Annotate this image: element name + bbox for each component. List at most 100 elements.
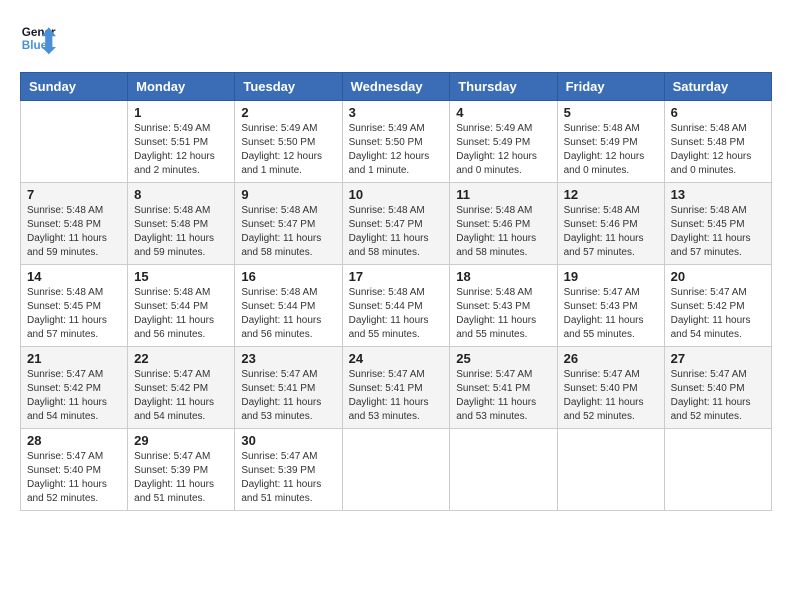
day-info: Sunrise: 5:47 AMSunset: 5:42 PMDaylight:… — [27, 368, 121, 424]
day-number: 4 — [456, 105, 550, 120]
calendar-cell: 21 Sunrise: 5:47 AMSunset: 5:42 PMDayligh… — [21, 347, 128, 429]
calendar-cell: 10Sunrise: 5:48 AMSunset: 5:47 PMDayligh… — [342, 183, 450, 265]
logo-icon: General Blue — [20, 20, 56, 56]
day-number: 14 — [27, 269, 121, 284]
weekday-header-wednesday: Wednesday — [342, 73, 450, 101]
calendar-cell — [450, 429, 557, 511]
day-number: 1 — [134, 105, 228, 120]
calendar-cell: 16Sunrise: 5:48 AMSunset: 5:44 PMDayligh… — [235, 265, 342, 347]
calendar-week-row: 21 Sunrise: 5:47 AMSunset: 5:42 PMDayligh… — [21, 347, 772, 429]
page-header: General Blue — [20, 20, 772, 56]
day-number: 16 — [241, 269, 335, 284]
calendar-week-row: 1 Sunrise: 5:49 AMSunset: 5:51 PMDaylight… — [21, 101, 772, 183]
svg-text:Blue: Blue — [22, 39, 48, 52]
day-info: Sunrise: 5:48 AMSunset: 5:44 PMDaylight:… — [349, 286, 444, 342]
weekday-header-tuesday: Tuesday — [235, 73, 342, 101]
day-number: 3 — [349, 105, 444, 120]
day-number: 9 — [241, 187, 335, 202]
calendar-cell: 25 Sunrise: 5:47 AMSunset: 5:41 PMDayligh… — [450, 347, 557, 429]
calendar-week-row: 7 Sunrise: 5:48 AMSunset: 5:48 PMDaylight… — [21, 183, 772, 265]
weekday-header-friday: Friday — [557, 73, 664, 101]
day-number: 7 — [27, 187, 121, 202]
day-number: 6 — [671, 105, 765, 120]
calendar-cell: 7Sunrise: 5:48 AMSunset: 5:48 PMDaylight… — [21, 183, 128, 265]
day-info: Sunrise: 5:48 AMSunset: 5:45 PMDaylight:… — [27, 286, 121, 342]
calendar-cell: 20 Sunrise: 5:47 AMSunset: 5:42 PMDayligh… — [664, 265, 771, 347]
calendar-cell: 13 Sunrise: 5:48 AMSunset: 5:45 PMDayligh… — [664, 183, 771, 265]
day-info: Sunrise: 5:49 AMSunset: 5:50 PMDaylight:… — [349, 122, 444, 178]
day-number: 29 — [134, 433, 228, 448]
day-info: Sunrise: 5:48 AMSunset: 5:46 PMDaylight:… — [564, 204, 658, 260]
day-number: 28 — [27, 433, 121, 448]
day-number: 18 — [456, 269, 550, 284]
weekday-header-row: SundayMondayTuesdayWednesdayThursdayFrid… — [21, 73, 772, 101]
day-info: Sunrise: 5:49 AMSunset: 5:51 PMDaylight:… — [134, 122, 228, 178]
calendar-cell: 1 Sunrise: 5:49 AMSunset: 5:51 PMDaylight… — [128, 101, 235, 183]
day-info: Sunrise: 5:48 AMSunset: 5:45 PMDaylight:… — [671, 204, 765, 260]
day-info: Sunrise: 5:47 AMSunset: 5:39 PMDaylight:… — [241, 450, 335, 506]
day-number: 12 — [564, 187, 658, 202]
day-info: Sunrise: 5:48 AMSunset: 5:47 PMDaylight:… — [349, 204, 444, 260]
day-info: Sunrise: 5:47 AMSunset: 5:42 PMDaylight:… — [671, 286, 765, 342]
day-number: 23 — [241, 351, 335, 366]
day-number: 17 — [349, 269, 444, 284]
day-info: Sunrise: 5:48 AMSunset: 5:48 PMDaylight:… — [671, 122, 765, 178]
calendar-cell: 18 Sunrise: 5:48 AMSunset: 5:43 PMDayligh… — [450, 265, 557, 347]
day-number: 25 — [456, 351, 550, 366]
day-number: 11 — [456, 187, 550, 202]
day-number: 19 — [564, 269, 658, 284]
day-info: Sunrise: 5:49 AMSunset: 5:50 PMDaylight:… — [241, 122, 335, 178]
day-info: Sunrise: 5:47 AMSunset: 5:40 PMDaylight:… — [671, 368, 765, 424]
day-number: 24 — [349, 351, 444, 366]
day-info: Sunrise: 5:47 AMSunset: 5:43 PMDaylight:… — [564, 286, 658, 342]
day-number: 27 — [671, 351, 765, 366]
day-number: 2 — [241, 105, 335, 120]
calendar-cell: 5Sunrise: 5:48 AMSunset: 5:49 PMDaylight… — [557, 101, 664, 183]
day-info: Sunrise: 5:48 AMSunset: 5:49 PMDaylight:… — [564, 122, 658, 178]
day-info: Sunrise: 5:47 AMSunset: 5:41 PMDaylight:… — [456, 368, 550, 424]
day-number: 21 — [27, 351, 121, 366]
calendar-cell: 30 Sunrise: 5:47 AMSunset: 5:39 PMDayligh… — [235, 429, 342, 511]
calendar-table: SundayMondayTuesdayWednesdayThursdayFrid… — [20, 72, 772, 511]
day-info: Sunrise: 5:47 AMSunset: 5:39 PMDaylight:… — [134, 450, 228, 506]
calendar-cell — [342, 429, 450, 511]
calendar-cell: 12 Sunrise: 5:48 AMSunset: 5:46 PMDayligh… — [557, 183, 664, 265]
calendar-cell: 29 Sunrise: 5:47 AMSunset: 5:39 PMDayligh… — [128, 429, 235, 511]
calendar-cell: 23 Sunrise: 5:47 AMSunset: 5:41 PMDayligh… — [235, 347, 342, 429]
day-number: 20 — [671, 269, 765, 284]
day-info: Sunrise: 5:48 AMSunset: 5:48 PMDaylight:… — [134, 204, 228, 260]
calendar-cell: 9 Sunrise: 5:48 AMSunset: 5:47 PMDaylight… — [235, 183, 342, 265]
calendar-cell: 22 Sunrise: 5:47 AMSunset: 5:42 PMDayligh… — [128, 347, 235, 429]
calendar-cell: 28 Sunrise: 5:47 AMSunset: 5:40 PMDayligh… — [21, 429, 128, 511]
day-info: Sunrise: 5:47 AMSunset: 5:40 PMDaylight:… — [27, 450, 121, 506]
day-number: 13 — [671, 187, 765, 202]
calendar-cell: 24 Sunrise: 5:47 AMSunset: 5:41 PMDayligh… — [342, 347, 450, 429]
day-info: Sunrise: 5:47 AMSunset: 5:41 PMDaylight:… — [241, 368, 335, 424]
day-info: Sunrise: 5:49 AMSunset: 5:49 PMDaylight:… — [456, 122, 550, 178]
weekday-header-sunday: Sunday — [21, 73, 128, 101]
calendar-cell: 4 Sunrise: 5:49 AMSunset: 5:49 PMDaylight… — [450, 101, 557, 183]
day-info: Sunrise: 5:48 AMSunset: 5:44 PMDaylight:… — [134, 286, 228, 342]
weekday-header-saturday: Saturday — [664, 73, 771, 101]
calendar-week-row: 28 Sunrise: 5:47 AMSunset: 5:40 PMDayligh… — [21, 429, 772, 511]
day-info: Sunrise: 5:47 AMSunset: 5:41 PMDaylight:… — [349, 368, 444, 424]
calendar-cell: 19 Sunrise: 5:47 AMSunset: 5:43 PMDayligh… — [557, 265, 664, 347]
day-number: 22 — [134, 351, 228, 366]
calendar-cell: 2 Sunrise: 5:49 AMSunset: 5:50 PMDaylight… — [235, 101, 342, 183]
logo: General Blue — [20, 20, 56, 56]
calendar-cell: 26Sunrise: 5:47 AMSunset: 5:40 PMDayligh… — [557, 347, 664, 429]
calendar-cell — [557, 429, 664, 511]
day-info: Sunrise: 5:47 AMSunset: 5:42 PMDaylight:… — [134, 368, 228, 424]
calendar-cell: 27 Sunrise: 5:47 AMSunset: 5:40 PMDayligh… — [664, 347, 771, 429]
weekday-header-thursday: Thursday — [450, 73, 557, 101]
calendar-cell: 14 Sunrise: 5:48 AMSunset: 5:45 PMDayligh… — [21, 265, 128, 347]
day-info: Sunrise: 5:48 AMSunset: 5:46 PMDaylight:… — [456, 204, 550, 260]
calendar-cell: 11 Sunrise: 5:48 AMSunset: 5:46 PMDayligh… — [450, 183, 557, 265]
day-info: Sunrise: 5:48 AMSunset: 5:47 PMDaylight:… — [241, 204, 335, 260]
day-number: 15 — [134, 269, 228, 284]
calendar-cell: 8Sunrise: 5:48 AMSunset: 5:48 PMDaylight… — [128, 183, 235, 265]
day-number: 30 — [241, 433, 335, 448]
day-info: Sunrise: 5:48 AMSunset: 5:43 PMDaylight:… — [456, 286, 550, 342]
calendar-cell: 17 Sunrise: 5:48 AMSunset: 5:44 PMDayligh… — [342, 265, 450, 347]
calendar-week-row: 14 Sunrise: 5:48 AMSunset: 5:45 PMDayligh… — [21, 265, 772, 347]
